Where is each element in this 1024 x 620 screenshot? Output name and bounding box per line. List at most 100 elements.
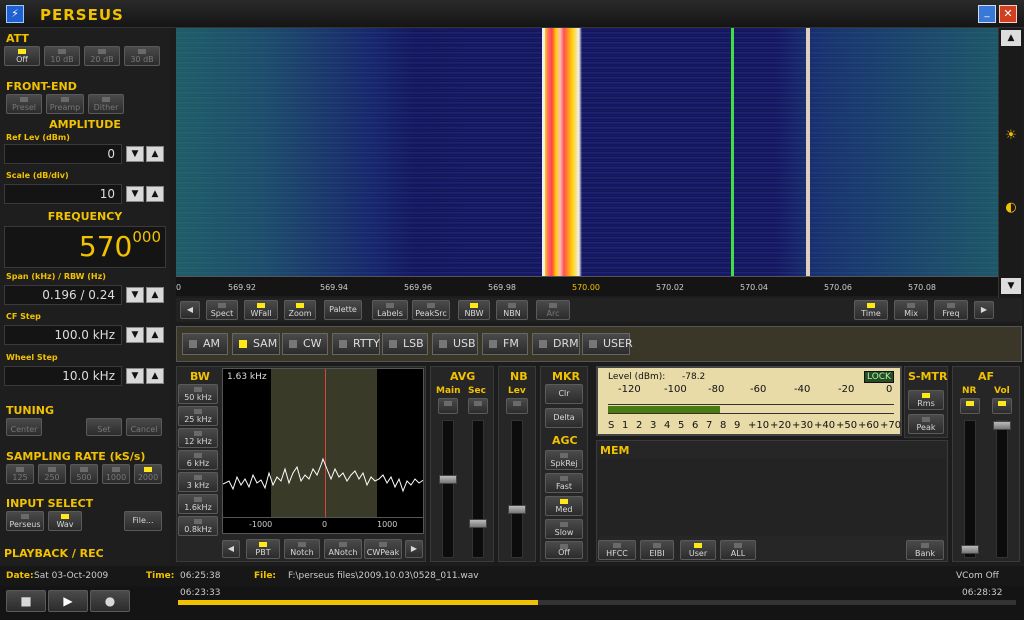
smtr-peak-button[interactable]: Peak <box>908 414 944 434</box>
scale-up-button[interactable]: ▲ <box>146 186 164 202</box>
span-up-button[interactable]: ▲ <box>146 287 164 303</box>
nbw-button[interactable]: NBW <box>458 300 490 320</box>
span-field[interactable]: 0.196 / 0.24 <box>4 285 122 305</box>
mode-lsb-button[interactable]: LSB <box>382 333 428 355</box>
agc-slow-button[interactable]: Slow <box>545 519 583 539</box>
wfall-button[interactable]: WFall <box>244 300 278 320</box>
wheel-step-down-button[interactable]: ▼ <box>126 368 144 384</box>
labels-button[interactable]: Labels <box>372 300 408 320</box>
scale-down-button[interactable]: ▼ <box>126 186 144 202</box>
slider-knob[interactable] <box>439 475 457 484</box>
avg-sec-button[interactable] <box>468 398 488 414</box>
mem-list[interactable] <box>598 458 946 536</box>
nb-level-slider[interactable] <box>508 420 526 558</box>
nb-button[interactable] <box>506 398 528 414</box>
cf-step-down-button[interactable]: ▼ <box>126 327 144 343</box>
time-button[interactable]: Time <box>854 300 888 320</box>
presel-button[interactable]: Presel <box>6 94 42 114</box>
slider-knob[interactable] <box>508 505 526 514</box>
brightness-icon[interactable]: ◐ <box>1003 200 1019 216</box>
mode-usb-button[interactable]: USB <box>432 333 478 355</box>
minimize-button[interactable]: _ <box>978 5 996 23</box>
att-10db-button[interactable]: 10 dB <box>44 46 80 66</box>
dither-button[interactable]: Dither <box>88 94 124 114</box>
arc-button[interactable]: Arc <box>536 300 570 320</box>
avg-main-slider[interactable] <box>439 420 457 558</box>
playback-progress-track[interactable] <box>178 600 1016 605</box>
bw-scroll-left-button[interactable]: ◀ <box>222 540 240 558</box>
waterfall-scrollbar[interactable]: ▲ ☀ ◐ ▼ <box>998 28 1022 298</box>
scroll-left-button[interactable]: ◀ <box>180 301 200 319</box>
zoom-button[interactable]: Zoom <box>284 300 316 320</box>
sr-250-button[interactable]: 250 <box>38 464 66 484</box>
mode-am-button[interactable]: AM <box>182 333 228 355</box>
bw-0.8khz-button[interactable]: 0.8kHz <box>178 516 218 536</box>
notch-button[interactable]: Notch <box>284 539 320 559</box>
att-off-button[interactable]: Off <box>4 46 40 66</box>
af-nr-button[interactable] <box>960 398 980 414</box>
waterfall-display[interactable] <box>176 28 998 276</box>
stop-button[interactable]: ■ <box>6 590 46 612</box>
af-nr-slider[interactable] <box>961 420 979 558</box>
mkr-clr-button[interactable]: Clr <box>545 384 583 404</box>
scale-field[interactable]: 10 <box>4 184 122 204</box>
pbt-button[interactable]: PBT <box>246 539 280 559</box>
agc-spkrej-button[interactable]: SpkRej <box>545 450 583 470</box>
bw-filter-display[interactable]: 1.63 kHz <box>222 368 424 518</box>
att-30db-button[interactable]: 30 dB <box>124 46 160 66</box>
mode-cw-button[interactable]: CW <box>282 333 328 355</box>
peaksrc-button[interactable]: PeakSrc <box>412 300 450 320</box>
tuning-set-button[interactable]: Set <box>86 418 122 436</box>
mode-user-button[interactable]: USER <box>582 333 633 355</box>
mode-sam-button[interactable]: SAM <box>232 333 280 355</box>
ref-level-up-button[interactable]: ▲ <box>146 146 164 162</box>
contrast-icon[interactable]: ☀ <box>1003 128 1019 144</box>
bw-25khz-button[interactable]: 25 kHz <box>178 406 218 426</box>
frequency-display[interactable]: 570000 <box>4 226 166 268</box>
anotch-button[interactable]: ANotch <box>324 539 362 559</box>
wheel-step-up-button[interactable]: ▲ <box>146 368 164 384</box>
freq-button[interactable]: Freq <box>934 300 968 320</box>
scroll-up-button[interactable]: ▲ <box>1001 30 1021 46</box>
mode-fm-button[interactable]: FM <box>482 333 528 355</box>
spect-button[interactable]: Spect <box>206 300 238 320</box>
af-vol-button[interactable] <box>992 398 1012 414</box>
ref-level-down-button[interactable]: ▼ <box>126 146 144 162</box>
record-button[interactable]: ● <box>90 590 130 612</box>
avg-sec-slider[interactable] <box>469 420 487 558</box>
scroll-down-button[interactable]: ▼ <box>1001 278 1021 294</box>
tuning-cancel-button[interactable]: Cancel <box>126 418 162 436</box>
input-wav-button[interactable]: Wav <box>48 511 82 531</box>
avg-main-button[interactable] <box>438 398 458 414</box>
play-button[interactable]: ▶ <box>48 590 88 612</box>
mem-bank-button[interactable]: Bank <box>906 540 944 560</box>
close-button[interactable]: ✕ <box>999 5 1017 23</box>
cf-step-up-button[interactable]: ▲ <box>146 327 164 343</box>
input-file-button[interactable]: File... <box>124 511 162 531</box>
bw-12khz-button[interactable]: 12 kHz <box>178 428 218 448</box>
bw-50khz-button[interactable]: 50 kHz <box>178 384 218 404</box>
agc-fast-button[interactable]: Fast <box>545 473 583 493</box>
wheel-step-field[interactable]: 10.0 kHz <box>4 366 122 386</box>
tuning-center-button[interactable]: Center <box>6 418 42 436</box>
mix-button[interactable]: Mix <box>894 300 928 320</box>
sr-125-button[interactable]: 125 <box>6 464 34 484</box>
ref-level-field[interactable]: 0 <box>4 144 122 164</box>
mem-all-button[interactable]: ALL <box>720 540 756 560</box>
mem-user-button[interactable]: User <box>680 540 716 560</box>
palette-button[interactable]: Palette <box>324 300 362 320</box>
sr-500-button[interactable]: 500 <box>70 464 98 484</box>
mem-eibi-button[interactable]: EIBI <box>640 540 674 560</box>
bw-scroll-right-button[interactable]: ▶ <box>405 540 423 558</box>
cwpeak-button[interactable]: CWPeak <box>364 539 402 559</box>
agc-off-button[interactable]: Off <box>545 541 583 559</box>
cf-step-field[interactable]: 100.0 kHz <box>4 325 122 345</box>
sr-1000-button[interactable]: 1000 <box>102 464 130 484</box>
sr-2000-button[interactable]: 2000 <box>134 464 162 484</box>
mkr-delta-button[interactable]: Delta <box>545 408 583 428</box>
bw-3khz-button[interactable]: 3 kHz <box>178 472 218 492</box>
mode-rtty-button[interactable]: RTTY <box>332 333 380 355</box>
mode-drm-button[interactable]: DRM <box>532 333 580 355</box>
input-perseus-button[interactable]: Perseus <box>6 511 44 531</box>
mem-hfcc-button[interactable]: HFCC <box>598 540 636 560</box>
